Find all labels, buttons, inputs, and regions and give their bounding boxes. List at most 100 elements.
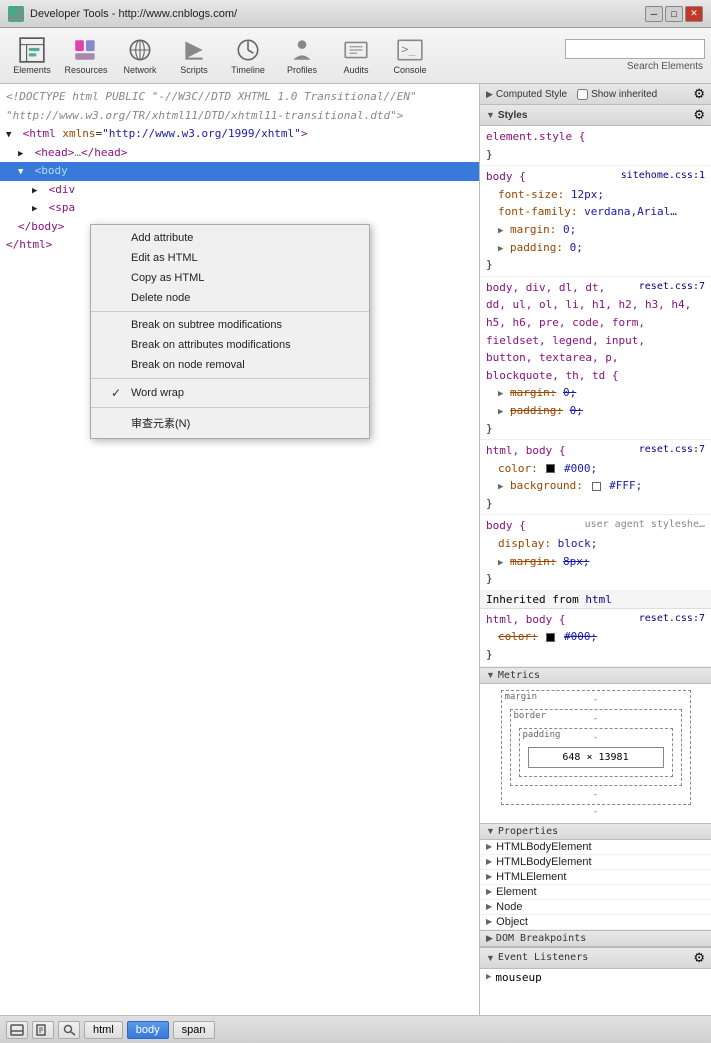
- body-close-tag: </body>: [18, 220, 64, 233]
- prop-object[interactable]: ▶ Object: [480, 915, 711, 930]
- scripts-label: Scripts: [180, 66, 208, 76]
- padding-strikethrough: ▶ padding: 0;: [498, 402, 705, 420]
- dom-line-html[interactable]: ▼ <html xmlns="http://www.w3.org/1999/xh…: [0, 125, 479, 144]
- toolbar-resources-button[interactable]: Resources: [60, 32, 112, 80]
- toolbar-timeline-button[interactable]: Timeline: [222, 32, 274, 80]
- dom-line-span[interactable]: ▶ <spa: [0, 199, 479, 218]
- inherited-header: Inherited from html: [480, 591, 711, 609]
- ctx-word-wrap[interactable]: ✓ Word wrap: [91, 382, 369, 404]
- background-prop: ▶ background: #FFF;: [498, 477, 705, 495]
- toolbar: Elements Resources Network: [0, 28, 711, 84]
- ctx-delete-node-label: Delete node: [131, 292, 349, 304]
- profiles-label: Profiles: [287, 66, 317, 76]
- styles-gear-icon[interactable]: ⚙: [693, 107, 705, 123]
- margin-strikethrough: ▶ margin: 0;: [498, 384, 705, 402]
- scripts-icon: [180, 36, 208, 64]
- metrics-triangle: ▼: [486, 670, 495, 680]
- inspect-button[interactable]: [32, 1021, 54, 1039]
- color-white-box: [592, 482, 601, 491]
- reset-link-3[interactable]: reset.css:7: [639, 611, 705, 627]
- audits-label: Audits: [343, 66, 368, 76]
- prop-name-6: Object: [496, 916, 528, 928]
- reset-link-1[interactable]: reset.css:7: [639, 279, 705, 295]
- metrics-padding-label: padding: [523, 730, 561, 740]
- ctx-break-attrs[interactable]: Break on attributes modifications: [91, 335, 369, 355]
- ctx-add-attribute[interactable]: Add attribute: [91, 228, 369, 248]
- elements-label: Elements: [13, 66, 51, 76]
- metrics-size: 648 × 13981: [562, 752, 628, 763]
- div-tag: <div: [49, 183, 76, 196]
- dom-line-head[interactable]: ▶ <head>…</head>: [0, 144, 479, 163]
- breadcrumb-html[interactable]: html: [84, 1021, 123, 1039]
- reset-link-2[interactable]: reset.css:7: [639, 442, 705, 458]
- event-listeners-triangle: ▼: [486, 953, 495, 963]
- head-close-tag: </head>: [81, 146, 127, 159]
- prop-name-1: HTMLBodyElement: [496, 841, 591, 853]
- show-inherited-checkbox[interactable]: [577, 89, 588, 100]
- color-black-box: [546, 464, 555, 473]
- breadcrumb-span[interactable]: span: [173, 1021, 215, 1039]
- prop-node[interactable]: ▶ Node: [480, 900, 711, 915]
- dom-line-div[interactable]: ▶ <div: [0, 181, 479, 200]
- search-bottom-button[interactable]: [58, 1021, 80, 1039]
- ctx-copy-html[interactable]: Copy as HTML: [91, 268, 369, 288]
- event-gear-icon[interactable]: ⚙: [693, 950, 705, 966]
- computed-triangle: ▶: [486, 89, 493, 100]
- xmlns-attr: xmlns: [62, 127, 95, 140]
- ctx-break-removal[interactable]: Break on node removal: [91, 355, 369, 375]
- sitehome-link[interactable]: sitehome.css:1: [621, 168, 705, 184]
- body-tag: <body: [35, 164, 68, 177]
- event-triangle: ▶: [486, 972, 491, 982]
- body-div-selector-3: h5, h6, pre, code, form,: [486, 316, 645, 329]
- prop-htmlelement[interactable]: ▶ HTMLElement: [480, 870, 711, 885]
- prop-element[interactable]: ▶ Element: [480, 885, 711, 900]
- toolbar-elements-button[interactable]: Elements: [6, 32, 58, 80]
- dtd-text: "http://www.w3.org/TR/xhtml11/DTD/xhtml1…: [6, 109, 403, 122]
- metrics-header: ▼ Metrics: [480, 667, 711, 684]
- breadcrumb-body-label: body: [136, 1024, 160, 1036]
- ctx-delete-node[interactable]: Delete node: [91, 288, 369, 308]
- dock-button[interactable]: [6, 1021, 28, 1039]
- metrics-label: Metrics: [498, 670, 540, 681]
- breadcrumb-html-label: html: [93, 1024, 114, 1036]
- toolbar-scripts-button[interactable]: Scripts: [168, 32, 220, 80]
- html-close-tag: </html>: [6, 238, 52, 251]
- dom-line-body[interactable]: ▼ <body: [0, 162, 479, 181]
- gear-icon[interactable]: ⚙: [693, 86, 705, 102]
- event-listeners-header: ▼ Event Listeners ⚙: [480, 947, 711, 969]
- maximize-button[interactable]: □: [665, 6, 683, 22]
- prop-htmlbodyelement-2[interactable]: ▶ HTMLBodyElement: [480, 855, 711, 870]
- ctx-edit-html[interactable]: Edit as HTML: [91, 248, 369, 268]
- font-family-prop: font-family: verdana,Arial…: [498, 203, 705, 221]
- search-input[interactable]: [565, 39, 705, 59]
- prop-htmlbodyelement-1[interactable]: ▶ HTMLBodyElement: [480, 840, 711, 855]
- search-area: Search Elements: [565, 39, 705, 72]
- breadcrumb-body[interactable]: body: [127, 1021, 169, 1039]
- event-mouseup[interactable]: ▶ mouseup: [480, 969, 711, 986]
- font-size-prop: font-size: 12px;: [498, 186, 705, 204]
- properties-label: Properties: [498, 826, 558, 837]
- toolbar-network-button[interactable]: Network: [114, 32, 166, 80]
- computed-style-header: ▶ Computed Style Show inherited ⚙: [480, 84, 711, 105]
- ctx-separator-1: [91, 311, 369, 312]
- toolbar-profiles-button[interactable]: Profiles: [276, 32, 328, 80]
- inherited-from-link[interactable]: html: [585, 593, 612, 606]
- head-triangle: ▶: [18, 148, 28, 162]
- metrics-size-box: 648 × 13981: [528, 747, 664, 768]
- margin-ua-prop: ▶ margin: 8px;: [498, 553, 705, 571]
- body-rule-1-close: }: [486, 258, 493, 271]
- body-div-selector-5: button, textarea, p,: [486, 351, 618, 364]
- toolbar-audits-button[interactable]: Audits: [330, 32, 382, 80]
- toolbar-console-button[interactable]: >_ Console: [384, 32, 436, 80]
- body-ua-selector: body {: [486, 519, 526, 532]
- close-button[interactable]: ✕: [685, 6, 703, 22]
- body-triangle: ▼: [18, 166, 28, 180]
- ctx-break-subtree[interactable]: Break on subtree modifications: [91, 315, 369, 335]
- ctx-inspect[interactable]: 审查元素(N): [91, 411, 369, 435]
- dom-breakpoints-header: ▶ DOM Breakpoints: [480, 930, 711, 947]
- dom-line-doctype: <!DOCTYPE html PUBLIC "-//W3C//DTD XHTML…: [0, 88, 479, 107]
- inherited-selector: html, body {: [486, 613, 565, 626]
- ctx-separator-3: [91, 407, 369, 408]
- window-controls: ─ □ ✕: [645, 6, 703, 22]
- minimize-button[interactable]: ─: [645, 6, 663, 22]
